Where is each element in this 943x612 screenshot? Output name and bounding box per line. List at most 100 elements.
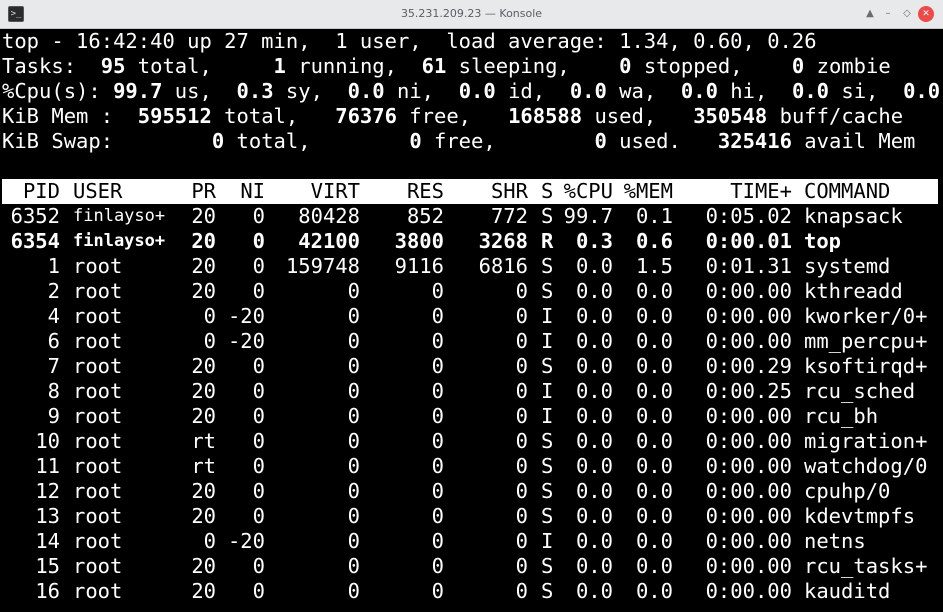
process-row[interactable]: 16 root 20 0 0 0 0 S 0.0 0.0 0:00.00 kauditd (2, 579, 938, 604)
cell-cpu: 0.3 (575, 229, 613, 253)
cell-shr: 6816 (478, 254, 528, 278)
process-row[interactable]: 13 root 20 0 0 0 0 S 0.0 0.0 0:00.00 kdevtmpfs (2, 504, 938, 529)
cell-pr: 20 (191, 404, 216, 428)
summary-text: 168588 (508, 104, 583, 128)
summary-text: 0 (409, 129, 422, 153)
cell-virt: 80428 (298, 204, 360, 228)
cell-time: 0:00.00 (705, 329, 792, 353)
cell-cmd: rcu_bh (804, 404, 879, 428)
cell-cmd: watchdog/0 (804, 454, 928, 478)
cell-shr: 0 (515, 554, 528, 578)
summary-text: sy, (273, 79, 348, 103)
cell-res: 0 (431, 454, 444, 478)
cell-pid: 4 (47, 304, 60, 328)
cell-pr: 20 (191, 279, 216, 303)
cell-user: root (73, 429, 123, 453)
cell-user: root (73, 379, 123, 403)
summary-text: 61 (409, 54, 447, 78)
cell-time: 0:00.00 (705, 479, 792, 503)
cell-res: 0 (431, 529, 444, 553)
cell-virt: 0 (347, 529, 360, 553)
summary-text: 0 (211, 129, 225, 153)
process-row[interactable]: 1 root 20 0 159748 9116 6816 S 0.0 1.5 0:01.31 syst… (2, 254, 938, 279)
cell-mem: 0.6 (635, 229, 673, 253)
process-row[interactable]: 10 root rt 0 0 0 0 S 0.0 0.0 0:00.00 migration+ (2, 429, 938, 454)
cell-mem: 1.5 (635, 254, 673, 278)
cell-ni: 0 (252, 379, 265, 403)
cell-cmd: kworker/0+ (804, 304, 928, 328)
column-header: NI (240, 179, 265, 203)
process-row[interactable]: 15 root 20 0 0 0 0 S 0.0 0.0 0:00.00 rcu_tasks+ (2, 554, 938, 579)
summary-text: top - 16:42:40 up 27 min, 1 user, load a… (2, 29, 817, 53)
summary-text: ni, (384, 79, 459, 103)
maximize-icon[interactable]: ◇ (899, 6, 915, 22)
cell-cmd: netns (804, 529, 866, 553)
cell-pr: 20 (191, 479, 216, 503)
cell-time: 0:05.02 (705, 204, 792, 228)
cell-pr: 20 (191, 504, 216, 528)
process-row[interactable]: 7 root 20 0 0 0 0 S 0.0 0.0 0:00.29 ksoftirqd+ (2, 354, 938, 379)
cell-res: 0 (431, 329, 444, 353)
cell-pid: 16 (35, 579, 60, 603)
cell-mem: 0.0 (635, 529, 673, 553)
cell-time: 0:00.00 (705, 279, 792, 303)
terminal-area[interactable]: top - 16:42:40 up 27 min, 1 user, load a… (0, 29, 943, 612)
process-row[interactable]: 6 root 0 -20 0 0 0 I 0.0 0.0 0:00.00 mm_percpu+ (2, 329, 938, 354)
summary-text: 0 (767, 54, 805, 78)
keep-above-icon[interactable]: ▲ (862, 6, 878, 22)
cell-virt: 0 (347, 279, 360, 303)
cell-res: 852 (406, 204, 444, 228)
cell-shr: 0 (515, 579, 528, 603)
column-header: SHR (490, 179, 528, 203)
cell-shr: 0 (515, 404, 528, 428)
minimize-icon[interactable]: – (880, 6, 896, 22)
cell-cpu: 0.0 (575, 254, 613, 278)
column-header: RES (406, 179, 444, 203)
cell-pr: 20 (191, 379, 216, 403)
process-row[interactable]: 12 root 20 0 0 0 0 S 0.0 0.0 0:00.00 cpuhp/0 (2, 479, 938, 504)
cell-pr: 20 (191, 579, 216, 603)
summary-text: %Cpu(s): (2, 79, 114, 103)
cell-user: root (73, 479, 123, 503)
cell-mem: 0.0 (635, 429, 673, 453)
cell-s: S (541, 279, 554, 303)
cell-user: root (73, 579, 123, 603)
cell-res: 0 (431, 354, 444, 378)
process-row[interactable]: 9 root 20 0 0 0 0 I 0.0 0.0 0:00.00 rcu_bh (2, 404, 938, 429)
cell-ni: 0 (252, 229, 265, 253)
cell-user: root (73, 454, 123, 478)
cell-ni: -20 (227, 304, 265, 328)
cell-s: S (541, 579, 554, 603)
process-row[interactable]: 2 root 20 0 0 0 0 S 0.0 0.0 0:00.00 kthreadd (2, 279, 938, 304)
cell-res: 0 (431, 379, 444, 403)
cell-user: root (73, 254, 123, 278)
cell-pid: 13 (35, 504, 60, 528)
summary-text: total, (211, 104, 336, 128)
window-title: 35.231.209.23 — Konsole (400, 7, 543, 20)
process-row[interactable]: 4 root 0 -20 0 0 0 I 0.0 0.0 0:00.00 kworker/0+ (2, 304, 938, 329)
cell-cpu: 0.0 (575, 554, 613, 578)
title-bar[interactable]: >_ 35.231.209.23 — Konsole ▲ – ◇ ✕ (0, 0, 943, 29)
cell-ni: 0 (252, 554, 265, 578)
cell-ni: 0 (252, 354, 265, 378)
process-row[interactable]: 6352 finlayso+ 20 0 80428 852 772 S 99.7 0.1 0:05.… (2, 204, 938, 229)
process-row[interactable]: 8 root 20 0 0 0 0 I 0.0 0.0 0:00.25 rcu_sched (2, 379, 938, 404)
process-row[interactable]: 14 root 0 -20 0 0 0 I 0.0 0.0 0:00.00 netns (2, 529, 938, 554)
column-header: COMMAND (804, 179, 891, 203)
summary-text: 0.0 (792, 79, 830, 103)
cell-ni: 0 (252, 429, 265, 453)
summary-line: %Cpu(s): 99.7 us, 0.3 sy, 0.0 ni, 0.0 id… (2, 79, 943, 104)
process-row[interactable]: 11 root rt 0 0 0 0 S 0.0 0.0 0:00.00 watchdog/0 (2, 454, 938, 479)
cell-pr: 20 (191, 204, 216, 228)
cell-ni: -20 (227, 329, 265, 353)
process-row[interactable]: 6354 finlayso+ 20 0 42100 3800 3268 R 0.3 0.6 0:00… (2, 229, 938, 254)
cell-cmd: ksoftirqd+ (804, 354, 928, 378)
summary-text: id, (495, 79, 570, 103)
summary-text: KiB Mem : (2, 104, 138, 128)
cell-cmd: migration+ (804, 429, 928, 453)
cell-virt: 42100 (298, 229, 360, 253)
cell-ni: 0 (252, 404, 265, 428)
cell-shr: 0 (515, 479, 528, 503)
close-icon[interactable]: ✕ (918, 6, 934, 22)
summary-text: wa, (606, 79, 681, 103)
